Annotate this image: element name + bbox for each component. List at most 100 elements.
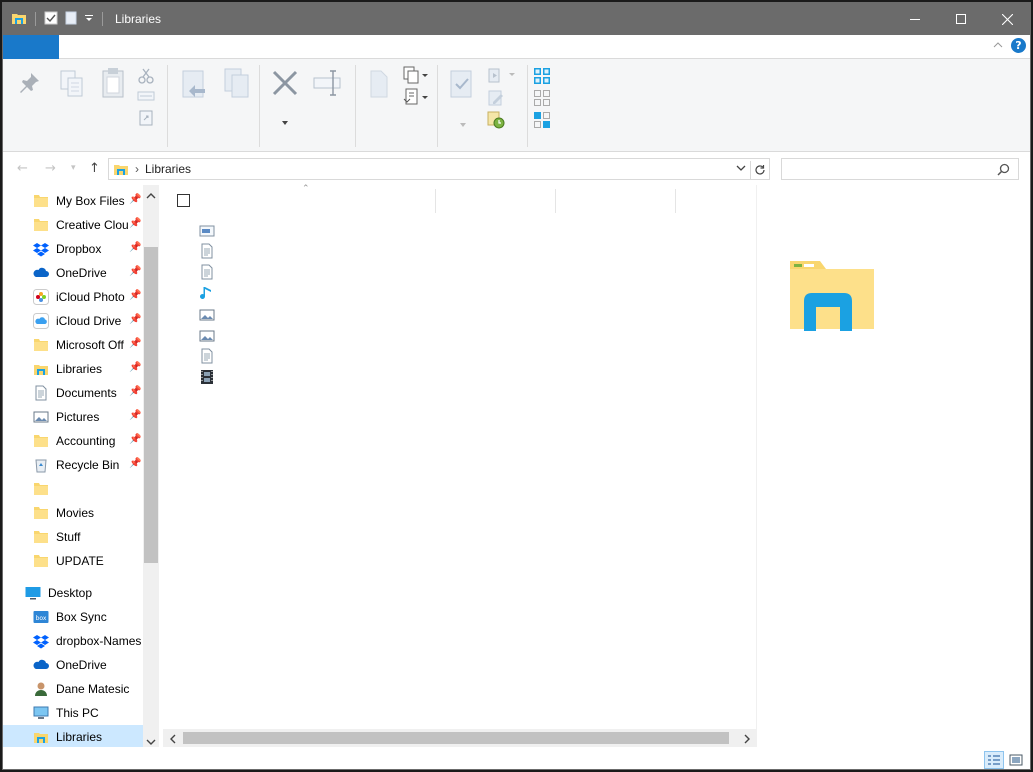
address-history-chevron-down-icon[interactable] [735, 162, 747, 177]
select-all-icon[interactable] [533, 67, 551, 88]
nav-item[interactable]: Accounting 📌 [3, 429, 143, 453]
back-arrow-icon[interactable]: ← [17, 161, 28, 176]
nav-item[interactable]: Creative Clou 📌 [3, 213, 143, 237]
nav-item[interactable]: Documents 📌 [3, 381, 143, 405]
properties-dropdown-chevron-down-icon[interactable] [459, 117, 467, 131]
navigation-pane[interactable]: My Box Files 📌 Creative Clou 📌 Dropbox 📌 OneDr… [3, 185, 159, 747]
properties-icon[interactable] [449, 69, 475, 102]
nav-item[interactable]: Microsoft Off 📌 [3, 333, 143, 357]
nav-item[interactable]: Stuff [3, 525, 143, 549]
nav-item-label: Recycle Bin [56, 458, 120, 472]
paste-icon[interactable] [101, 67, 127, 102]
large-icons-view-button[interactable] [1007, 752, 1025, 768]
history-icon[interactable] [487, 111, 505, 132]
minimize-button[interactable] [892, 3, 938, 35]
nav-item[interactable]: Pictures 📌 [3, 405, 143, 429]
pictures-icon[interactable] [199, 307, 215, 323]
up-arrow-icon[interactable]: ↑ [89, 161, 100, 176]
address-bar[interactable]: › Libraries [108, 158, 770, 180]
nav-item[interactable]: My Box Files 📌 [3, 189, 143, 213]
tree-item[interactable]: dropbox-Names [3, 629, 143, 653]
camera-roll-icon[interactable] [199, 223, 215, 239]
nav-item[interactable]: iCloud Photo 📌 [3, 285, 143, 309]
cut-icon[interactable] [137, 67, 155, 88]
breadcrumb-separator[interactable]: › [135, 162, 139, 176]
tree-item[interactable]: Libraries [3, 725, 143, 747]
nav-item[interactable] [3, 477, 143, 501]
tab-file[interactable] [3, 35, 59, 59]
pictures-icon[interactable] [199, 328, 215, 344]
libraries-icon[interactable] [11, 10, 27, 29]
copy-icon[interactable] [59, 69, 85, 102]
libraries-icon [33, 361, 49, 377]
nav-item[interactable]: UPDATE [3, 549, 143, 573]
nav-item[interactable]: Dropbox 📌 [3, 237, 143, 261]
new-folder-icon[interactable] [367, 69, 391, 102]
title-bar[interactable]: Libraries [3, 3, 1030, 35]
nav-item[interactable]: Recycle Bin 📌 [3, 453, 143, 477]
tree-item[interactable]: OneDrive [3, 653, 143, 677]
delete-dropdown-chevron-down-icon[interactable] [281, 115, 289, 129]
delete-icon[interactable] [271, 69, 299, 100]
scroll-right-chevron-icon[interactable] [743, 733, 751, 747]
documents-icon[interactable] [199, 348, 215, 364]
pin-to-quick-access-icon[interactable] [19, 71, 41, 100]
refresh-button[interactable] [750, 161, 768, 179]
help-icon[interactable]: ? [1011, 38, 1026, 53]
edit-icon[interactable] [487, 89, 505, 110]
nav-item[interactable]: iCloud Drive 📌 [3, 309, 143, 333]
new-folder-icon[interactable] [64, 11, 78, 28]
nav-scroll-thumb[interactable] [144, 247, 158, 563]
documents-icon[interactable] [199, 264, 215, 280]
select-none-icon[interactable] [533, 89, 551, 110]
folder-icon [33, 433, 49, 449]
nav-item-label: Libraries [56, 362, 103, 376]
forward-arrow-icon[interactable]: → [45, 161, 56, 176]
recent-locations-chevron-down-icon[interactable]: ▾ [71, 163, 76, 173]
videos-icon[interactable] [199, 369, 215, 385]
maximize-button[interactable] [938, 3, 984, 35]
rename-icon[interactable] [313, 69, 345, 100]
scroll-up-chevron-icon[interactable] [146, 189, 156, 203]
move-to-icon[interactable] [179, 69, 209, 104]
content-horizontal-scrollbar[interactable] [163, 729, 757, 747]
select-all-checkbox[interactable] [177, 194, 190, 207]
tree-item[interactable]: box Box Sync [3, 605, 143, 629]
search-icon[interactable] [997, 163, 1010, 179]
open-icon[interactable] [487, 67, 517, 88]
column-divider[interactable] [435, 189, 436, 213]
nav-item[interactable]: OneDrive 📌 [3, 261, 143, 285]
details-view-button[interactable] [984, 751, 1004, 769]
tree-item[interactable]: Dane Matesic [3, 677, 143, 701]
pin-icon: 📌 [129, 242, 142, 253]
icloud-photos-icon [33, 289, 49, 305]
music-icon[interactable] [199, 285, 215, 301]
nav-vertical-scrollbar[interactable] [143, 185, 159, 747]
breadcrumb-libraries[interactable]: Libraries [145, 162, 191, 176]
tree-item[interactable]: Desktop [3, 581, 143, 605]
easy-access-icon[interactable] [403, 87, 429, 110]
copy-path-icon[interactable] [137, 89, 155, 106]
content-scroll-thumb[interactable] [183, 732, 729, 744]
new-item-icon[interactable] [403, 65, 429, 88]
paste-shortcut-icon[interactable] [137, 109, 155, 130]
properties-icon[interactable] [44, 11, 58, 28]
scroll-left-chevron-icon[interactable] [169, 733, 177, 747]
tree-item[interactable]: This PC [3, 701, 143, 725]
close-button[interactable] [984, 3, 1030, 35]
documents-icon[interactable] [199, 243, 215, 259]
nav-item[interactable]: Libraries 📌 [3, 357, 143, 381]
nav-item-label: Creative Clou [56, 218, 128, 232]
column-divider[interactable] [675, 189, 676, 213]
invert-selection-icon[interactable] [533, 111, 551, 132]
file-list[interactable]: ⌃ [161, 184, 755, 747]
column-divider[interactable] [555, 189, 556, 213]
minimize-ribbon-chevron-up-icon[interactable] [993, 39, 1003, 53]
copy-to-icon[interactable] [223, 67, 251, 102]
customize-toolbar-icon[interactable] [84, 12, 94, 26]
nav-item[interactable]: Movies [3, 501, 143, 525]
scroll-down-chevron-icon[interactable] [146, 735, 156, 747]
search-input[interactable] [786, 160, 986, 178]
folder-icon [33, 529, 49, 545]
search-box[interactable] [781, 158, 1019, 180]
